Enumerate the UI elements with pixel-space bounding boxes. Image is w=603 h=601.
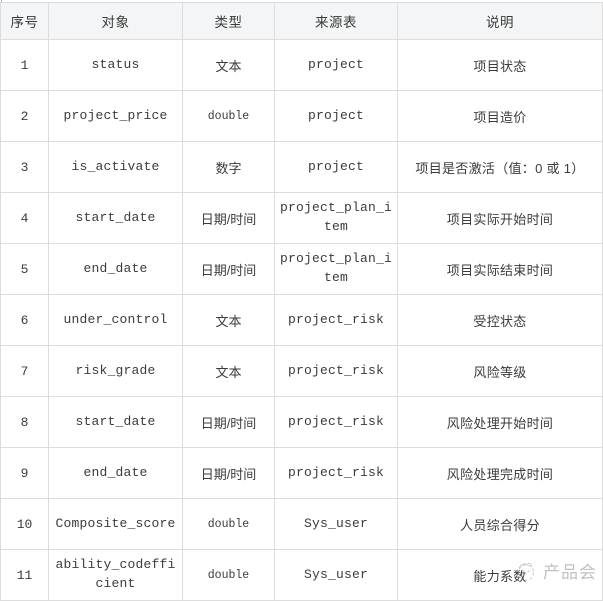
cell-object: start_date (48, 396, 183, 448)
cell-seq: 3 (0, 141, 49, 193)
cell-description: 风险处理完成时间 (397, 447, 603, 499)
table-row: 5 end_date 日期/时间 project_plan_item 项目实际结束时间 (0, 243, 603, 295)
table-row: 1 status 文本 project 项目状态 (0, 39, 603, 91)
cell-type: 文本 (182, 294, 275, 346)
cell-seq: 11 (0, 549, 49, 601)
cell-object: is_activate (48, 141, 183, 193)
cell-seq: 4 (0, 192, 49, 244)
column-header-type: 类型 (182, 2, 275, 40)
table-row: 11 ability_codefficient double Sys_user 能力系数 (0, 549, 603, 601)
cell-source-table: project_plan_item (274, 192, 398, 244)
table-row: 4 start_date 日期/时间 project_plan_item 项目实际开始时… (0, 192, 603, 244)
field-spec-table-container: 序号 对象 类型 来源表 说明 1 status 文本 project 项目状态 2 pro… (0, 2, 603, 601)
cell-source-table: project_risk (274, 294, 398, 346)
cell-object: under_control (48, 294, 183, 346)
cell-description: 项目状态 (397, 39, 603, 91)
cell-seq: 8 (0, 396, 49, 448)
cell-type: double (182, 90, 275, 142)
cell-seq: 10 (0, 498, 49, 550)
table-body: 1 status 文本 project 项目状态 2 project_price double… (0, 39, 603, 601)
cell-seq: 6 (0, 294, 49, 346)
table-row: 9 end_date 日期/时间 project_risk 风险处理完成时间 (0, 447, 603, 499)
cell-seq: 2 (0, 90, 49, 142)
cell-source-table: project (274, 90, 398, 142)
table-row: 7 risk_grade 文本 project_risk 风险等级 (0, 345, 603, 397)
cell-seq: 1 (0, 39, 49, 91)
column-header-src: 来源表 (274, 2, 398, 40)
cell-object: end_date (48, 243, 183, 295)
table-row: 2 project_price double project 项目造价 (0, 90, 603, 142)
table-row: 10 Composite_score double Sys_user 人员综合得分 (0, 498, 603, 550)
cell-object: end_date (48, 447, 183, 499)
cell-type: 文本 (182, 39, 275, 91)
table-row: 6 under_control 文本 project_risk 受控状态 (0, 294, 603, 346)
cell-source-table: project (274, 141, 398, 193)
cell-object: ability_codefficient (48, 549, 183, 601)
cell-seq: 7 (0, 345, 49, 397)
table-row: 3 is_activate 数字 project 项目是否激活（值：0 或 1） (0, 141, 603, 193)
cell-seq: 5 (0, 243, 49, 295)
cell-type: 日期/时间 (182, 396, 275, 448)
cell-description: 项目是否激活（值：0 或 1） (397, 141, 603, 193)
cell-description: 项目实际结束时间 (397, 243, 603, 295)
cell-description: 项目实际开始时间 (397, 192, 603, 244)
cell-object: risk_grade (48, 345, 183, 397)
cell-type: 日期/时间 (182, 243, 275, 295)
cell-object: Composite_score (48, 498, 183, 550)
cell-object: project_price (48, 90, 183, 142)
cell-source-table: project (274, 39, 398, 91)
screenshot-page: 序号 对象 类型 来源表 说明 1 status 文本 project 项目状态 2 pro… (0, 0, 603, 601)
field-spec-table: 序号 对象 类型 来源表 说明 1 status 文本 project 项目状态 2 pro… (0, 2, 603, 601)
cell-description: 风险处理开始时间 (397, 396, 603, 448)
cell-type: double (182, 498, 275, 550)
table-header: 序号 对象 类型 来源表 说明 (0, 2, 603, 40)
cell-description: 能力系数 (397, 549, 603, 601)
cell-source-table: project_risk (274, 447, 398, 499)
table-row: 8 start_date 日期/时间 project_risk 风险处理开始时间 (0, 396, 603, 448)
cell-type: 日期/时间 (182, 192, 275, 244)
cell-description: 受控状态 (397, 294, 603, 346)
cell-source-table: project_plan_item (274, 243, 398, 295)
table-header-row: 序号 对象 类型 来源表 说明 (0, 2, 603, 40)
cell-seq: 9 (0, 447, 49, 499)
cell-type: 日期/时间 (182, 447, 275, 499)
cell-description: 人员综合得分 (397, 498, 603, 550)
cell-object: start_date (48, 192, 183, 244)
cell-source-table: project_risk (274, 396, 398, 448)
column-header-obj: 对象 (48, 2, 183, 40)
cell-object: status (48, 39, 183, 91)
cell-description: 项目造价 (397, 90, 603, 142)
cell-description: 风险等级 (397, 345, 603, 397)
cell-type: 文本 (182, 345, 275, 397)
cell-source-table: Sys_user (274, 498, 398, 550)
column-header-desc: 说明 (397, 2, 603, 40)
cell-source-table: Sys_user (274, 549, 398, 601)
cell-source-table: project_risk (274, 345, 398, 397)
column-header-seq: 序号 (0, 2, 49, 40)
cell-type: double (182, 549, 275, 601)
cell-type: 数字 (182, 141, 275, 193)
